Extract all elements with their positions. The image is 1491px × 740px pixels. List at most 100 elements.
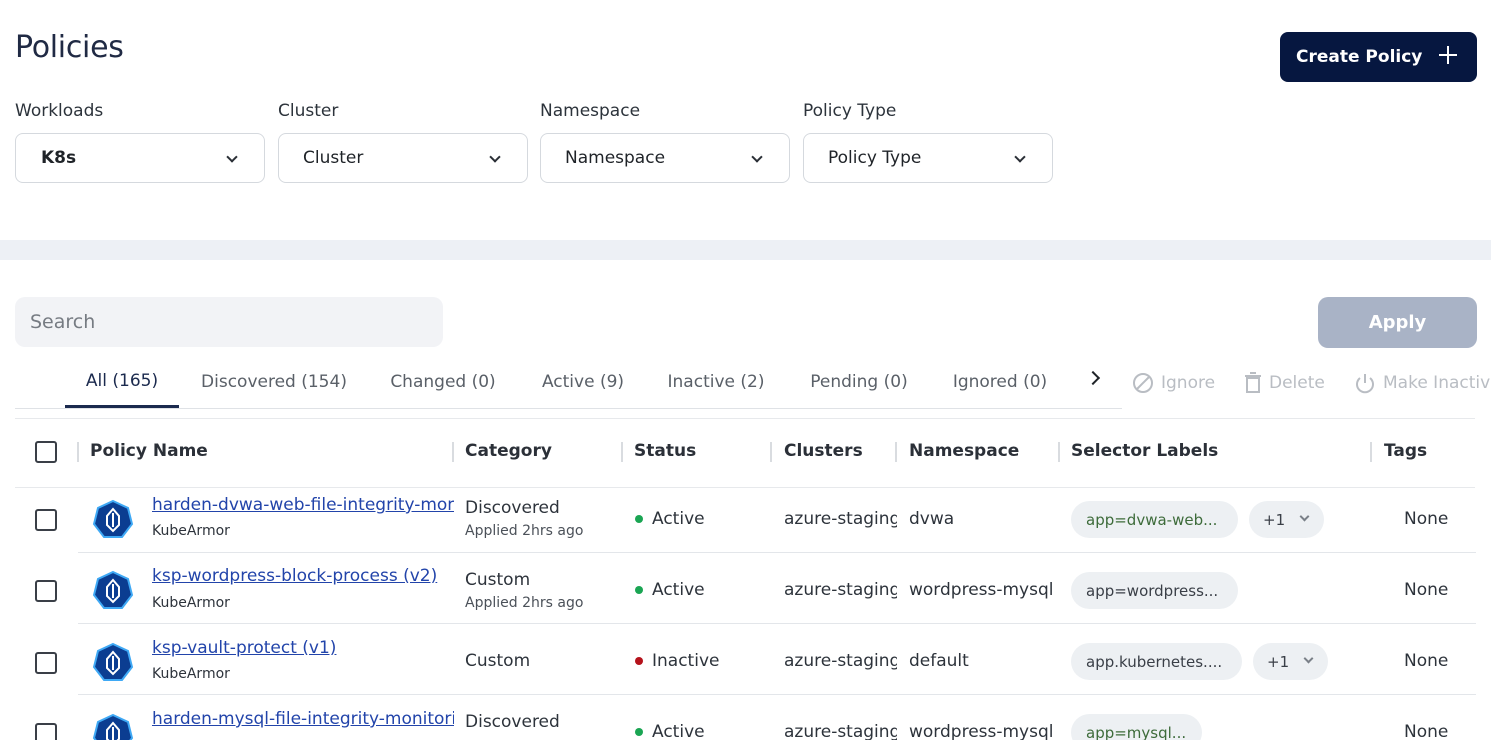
page-title: Policies [15,30,124,65]
namespace-select[interactable]: Namespace [540,133,790,183]
block-icon [1133,373,1153,393]
column-header-namespace[interactable]: Namespace [909,441,1019,461]
inactive-dot-icon [635,657,643,665]
status-text: Inactive [652,651,720,671]
selector-label-chip: app.kubernetes.... [1071,643,1242,680]
cluster-value: azure-staging [784,651,897,671]
chevron-down-icon [1303,653,1314,664]
policy-type-filter-label: Policy Type [803,101,897,121]
column-separator [621,442,623,462]
selector-label-chip: app=mysql... [1071,714,1202,740]
policy-category: Custom [465,570,531,590]
more-labels-button[interactable]: +1 [1249,501,1324,538]
power-icon [1356,374,1374,394]
tags-value: None [1404,651,1449,671]
namespace-value: default [909,651,969,671]
tab-ignored[interactable]: Ignored (0) [944,356,1056,408]
policy-category: Custom [465,651,531,671]
chevron-down-icon [1014,151,1026,163]
column-header-category[interactable]: Category [465,441,552,461]
namespace-value: wordpress-mysql [909,580,1054,600]
tags-value: None [1404,722,1449,740]
column-header-clusters[interactable]: Clusters [784,441,863,461]
policy-type-select[interactable]: Policy Type [803,133,1053,183]
row-checkbox[interactable] [35,652,57,674]
cluster-select-value: Cluster [303,148,364,168]
row-divider [78,552,1476,553]
table-top-border [15,418,1475,419]
policy-source: KubeArmor [152,595,230,611]
chevron-down-icon [1299,511,1310,522]
column-header-policy-name[interactable]: Policy Name [90,441,208,461]
status-text: Active [652,580,705,600]
tab-inactive[interactable]: Inactive (2) [660,356,772,408]
create-policy-label: Create Policy [1296,47,1423,67]
make-inactive-action[interactable]: Make Inactive [1354,372,1491,394]
tab-all[interactable]: All (165) [65,356,179,408]
column-header-selector-labels[interactable]: Selector Labels [1071,441,1218,461]
kubearmor-icon [92,499,134,538]
policy-name-link[interactable]: ksp-wordpress-block-process (v2) [152,566,454,586]
status-badge: Active [635,580,705,600]
tab-active[interactable]: Active (9) [533,356,633,408]
policy-type-select-value: Policy Type [828,148,922,168]
more-labels-button[interactable]: +1 [1253,643,1328,680]
selector-label-chip: app=dvwa-web... [1071,501,1238,538]
column-header-status[interactable]: Status [634,441,696,461]
ignore-action-label: Ignore [1161,373,1216,393]
column-separator [1370,442,1372,462]
chevron-right-icon[interactable] [1088,368,1102,388]
create-policy-button[interactable]: Create Policy [1280,32,1477,82]
workloads-filter-label: Workloads [15,101,104,121]
column-separator [895,442,897,462]
policy-name-link[interactable]: harden-mysql-file-integrity-monitoring [152,709,454,729]
row-checkbox[interactable] [35,723,57,740]
column-header-tags[interactable]: Tags [1384,441,1427,461]
select-all-checkbox[interactable] [35,441,57,463]
status-tabs: All (165) Discovered (154) Changed (0) A… [15,356,1122,409]
row-divider [78,694,1476,695]
make-inactive-action-label: Make Inactive [1383,373,1491,393]
cluster-select[interactable]: Cluster [278,133,528,183]
status-text: Active [652,722,705,740]
delete-action[interactable]: Delete [1244,372,1325,394]
status-badge: Active [635,722,705,740]
column-separator [77,442,79,462]
plus-icon [1437,44,1459,66]
row-checkbox[interactable] [35,580,57,602]
active-dot-icon [635,728,643,736]
tab-changed[interactable]: Changed (0) [382,356,504,408]
cluster-value: azure-staging [784,722,897,740]
column-separator [770,442,772,462]
tab-pending[interactable]: Pending (0) [801,356,917,408]
column-separator [452,442,454,462]
tags-value: None [1404,509,1449,529]
active-dot-icon [635,515,643,523]
policy-name-link[interactable]: ksp-vault-protect (v1) [152,638,454,658]
more-labels-count: +1 [1263,510,1286,529]
policy-category: Discovered [465,712,560,732]
policy-category: Discovered [465,498,560,518]
namespace-select-value: Namespace [565,148,666,168]
policy-source: KubeArmor [152,523,230,539]
policy-name-link[interactable]: harden-dvwa-web-file-integrity-monitorin… [152,495,454,515]
applied-time: Applied 2hrs ago [465,595,584,611]
status-badge: Inactive [635,651,719,671]
row-checkbox[interactable] [35,509,57,531]
workloads-select[interactable]: K8s [15,133,265,183]
workloads-select-value: K8s [41,148,77,168]
namespace-value: wordpress-mysql [909,722,1054,740]
cluster-value: azure-staging [784,580,897,600]
chevron-down-icon [751,151,763,163]
tab-discovered[interactable]: Discovered (154) [191,356,357,408]
apply-button[interactable]: Apply [1318,297,1477,348]
kubearmor-icon [92,713,134,740]
trash-icon [1245,372,1261,393]
chevron-down-icon [226,151,238,163]
selector-label-chip: app=wordpress... [1071,572,1238,609]
search-input[interactable] [15,297,443,347]
ignore-action[interactable]: Ignore [1132,372,1215,394]
status-badge: Active [635,509,705,529]
table-header-border [15,487,1475,488]
cluster-filter-label: Cluster [278,101,339,121]
